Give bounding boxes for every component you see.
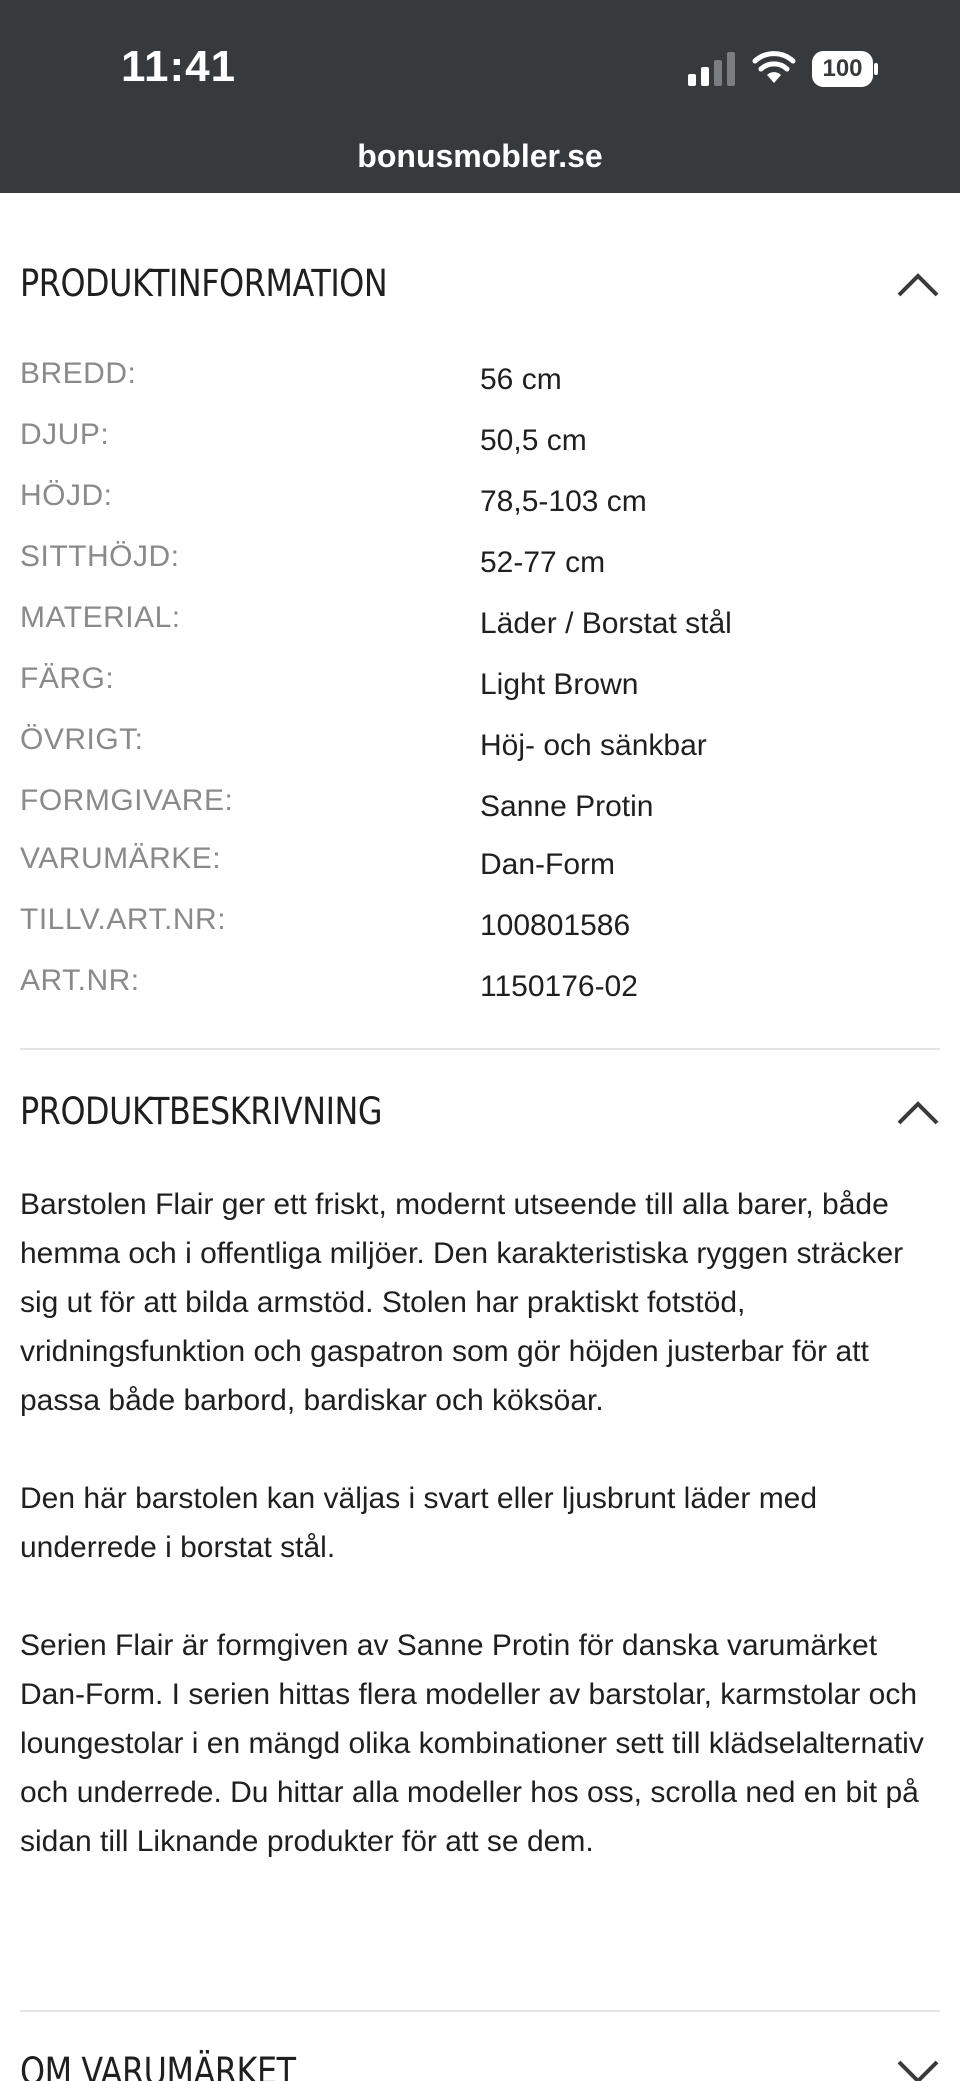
section-divider [20, 1048, 940, 1050]
spec-value: Höj- och sänkbar [480, 729, 707, 762]
section-title: PRODUKTBESKRIVNING [20, 1090, 383, 1133]
spec-label: ÖVRIGT: [20, 723, 144, 756]
section-divider [20, 2010, 940, 2012]
spec-label: TILLV.ART.NR: [20, 903, 227, 936]
description-paragraph: Den här barstolen kan väljas i svart ell… [20, 1482, 818, 1564]
section-title: OM VARUMÄRKET [20, 2050, 296, 2081]
spec-value: 50,5 cm [480, 424, 587, 457]
battery-icon: 100 [812, 51, 880, 87]
spec-value: Läder / Borstat stål [480, 607, 732, 640]
chevron-up-icon[interactable] [896, 1098, 940, 1126]
cellular-signal-icon [688, 52, 735, 86]
spec-label: SITTHÖJD: [20, 540, 180, 573]
spec-row-tillv-art-nr: TILLV.ART.NR: 100801586 [20, 903, 940, 947]
spec-value: Sanne Protin [480, 790, 654, 823]
description-paragraph: Serien Flair är formgiven av Sanne Proti… [20, 1629, 924, 1858]
spec-value: 1150176-02 [480, 970, 638, 1003]
produktbeskrivning-header[interactable]: PRODUKTBESKRIVNING [20, 1090, 940, 1150]
address-bar-url[interactable]: bonusmobler.se [0, 138, 960, 175]
spec-value: 52-77 cm [480, 546, 606, 579]
description-paragraph: Barstolen Flair ger ett friskt, modernt … [20, 1188, 904, 1417]
spec-row-hojd: HÖJD: 78,5-103 cm [20, 479, 940, 523]
spec-row-ovrigt: ÖVRIGT: Höj- och sänkbar [20, 723, 940, 767]
spec-label: FORMGIVARE: [20, 784, 234, 817]
browser-top-bar: 11:41 100 bonusmobler.se [0, 0, 960, 193]
spec-label: HÖJD: [20, 479, 113, 512]
spec-value: 78,5-103 cm [480, 485, 647, 518]
spec-row-formgivare: FORMGIVARE: Sanne Protin [20, 784, 940, 828]
spec-row-djup: DJUP: 50,5 cm [20, 418, 940, 462]
spec-row-varumarke: VARUMÄRKE: Dan-Form [20, 842, 940, 886]
spec-row-bredd: BREDD: 56 cm [20, 357, 940, 401]
chevron-down-icon[interactable] [896, 2058, 940, 2081]
spec-label: ART.NR: [20, 964, 140, 997]
spec-value: 56 cm [480, 363, 562, 396]
spec-value: Dan-Form [480, 848, 616, 881]
chevron-up-icon[interactable] [896, 270, 940, 298]
spec-row-sitthojd: SITTHÖJD: 52-77 cm [20, 540, 940, 584]
om-varumarket-header[interactable]: OM VARUMÄRKET [20, 2050, 940, 2081]
status-time: 11:41 [121, 42, 237, 91]
spec-row-material: MATERIAL: Läder / Borstat stål [20, 601, 940, 645]
spec-label: FÄRG: [20, 662, 115, 695]
section-title: PRODUKTINFORMATION [20, 262, 388, 305]
spec-row-farg: FÄRG: Light Brown [20, 662, 940, 706]
spec-value: 100801586 [480, 909, 631, 942]
spec-value: Light Brown [480, 668, 639, 701]
spec-label: VARUMÄRKE: [20, 842, 222, 875]
battery-level: 100 [822, 55, 863, 82]
page: 11:41 100 bonusmobler.se PRODUKTINFORMAT… [0, 0, 960, 2081]
spec-label: BREDD: [20, 357, 137, 390]
spec-row-art-nr: ART.NR: 1150176-02 [20, 964, 940, 1008]
wifi-icon [752, 51, 796, 83]
produktinformation-header[interactable]: PRODUKTINFORMATION [20, 262, 940, 322]
product-description: Barstolen Flair ger ett friskt, modernt … [20, 1180, 940, 1915]
spec-label: MATERIAL: [20, 601, 181, 634]
spec-label: DJUP: [20, 418, 110, 451]
